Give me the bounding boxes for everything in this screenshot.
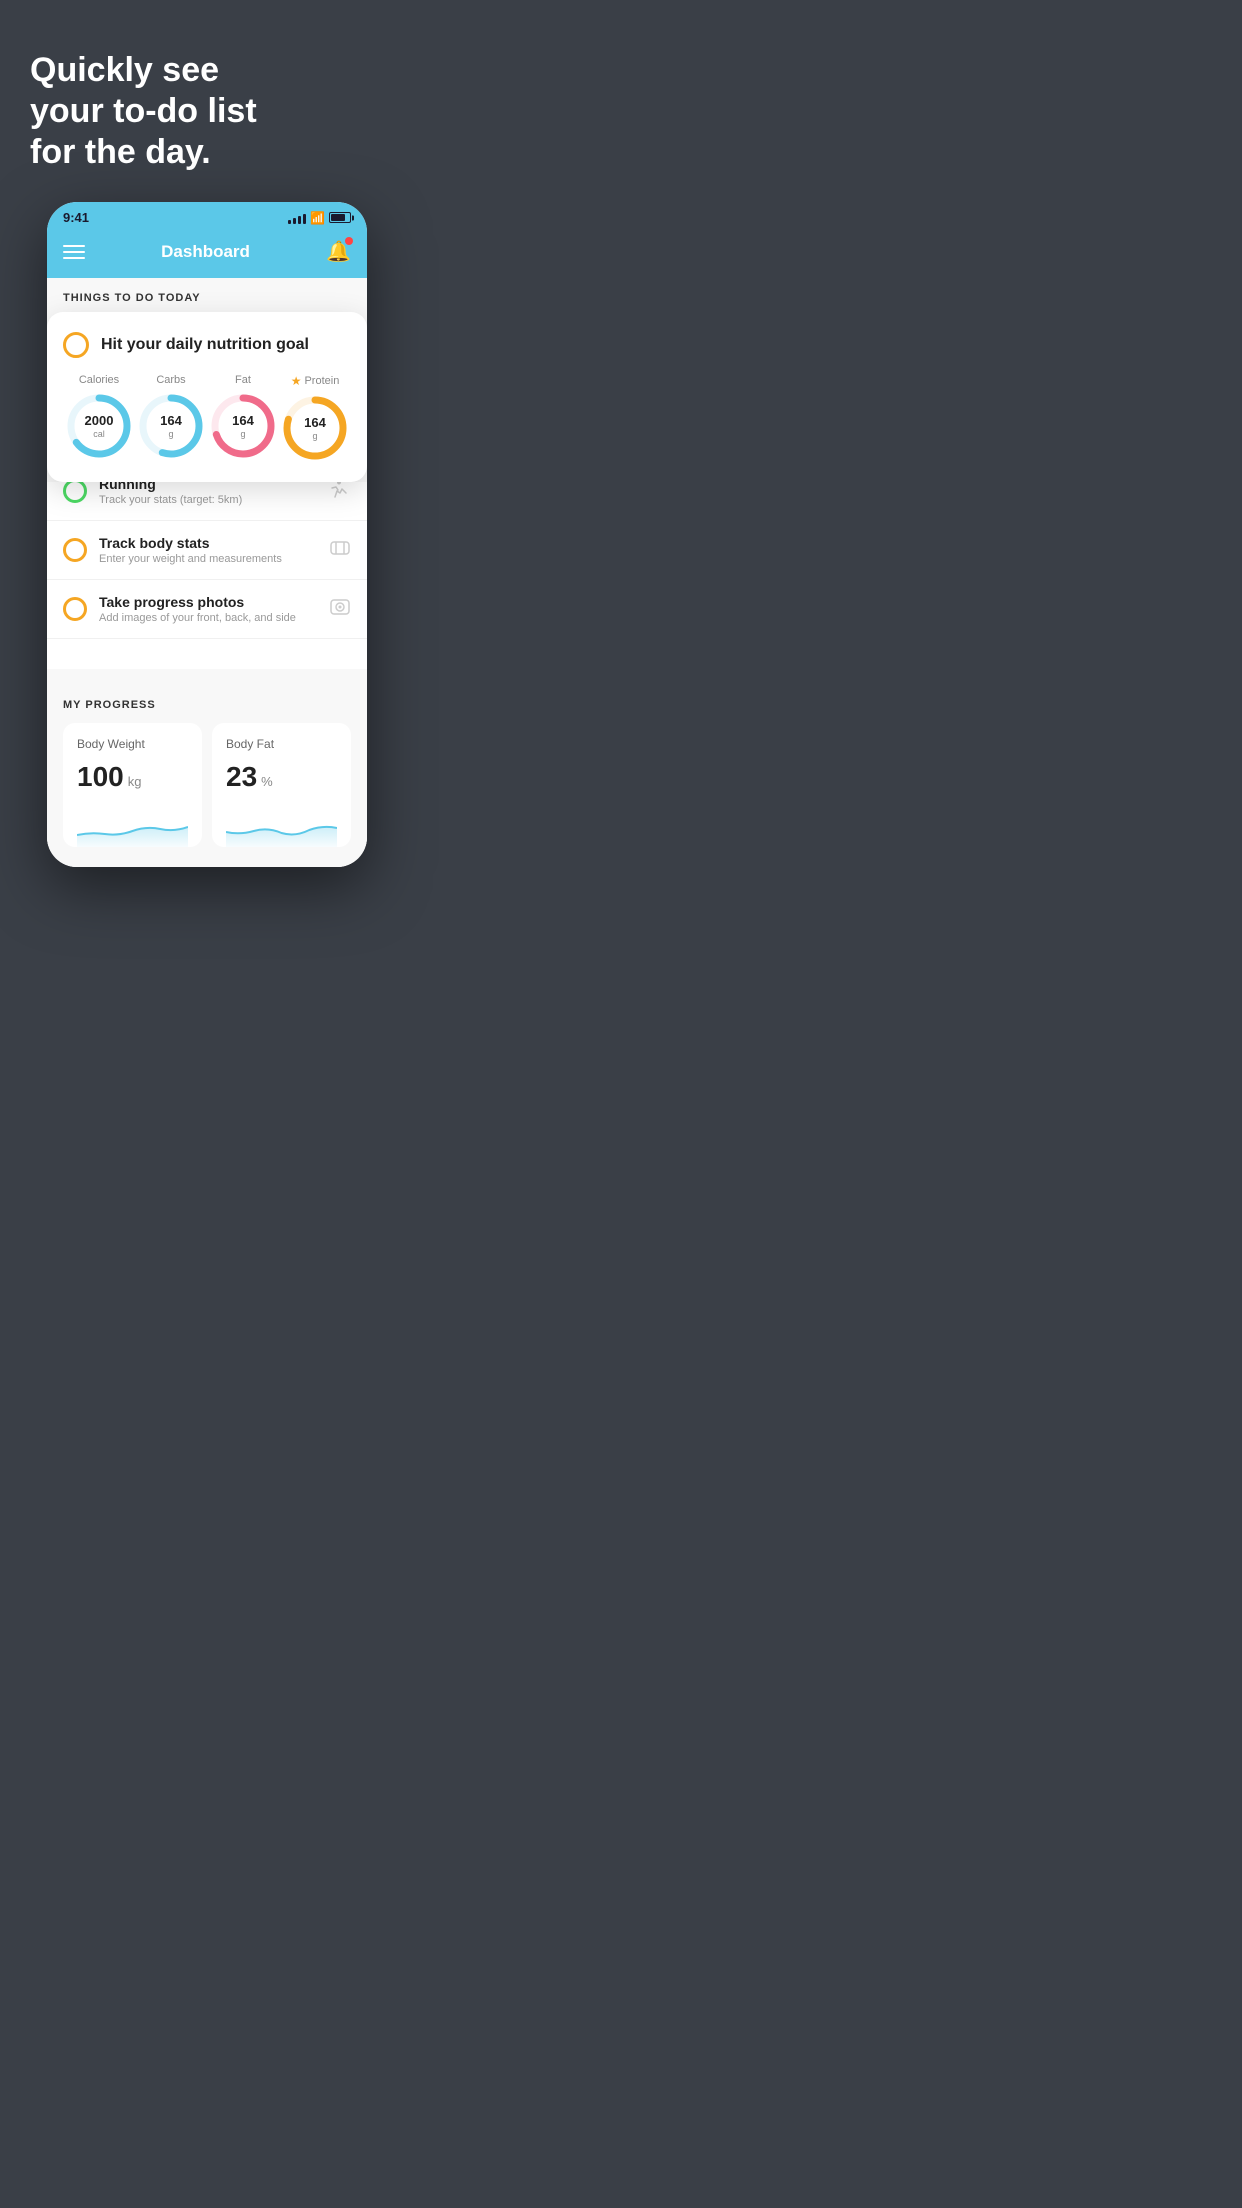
hero-section: Quickly see your to-do list for the day. [0, 0, 414, 192]
progress-cards: Body Weight 100 kg [47, 723, 367, 867]
protein-item: ★ Protein 164 g [281, 374, 349, 462]
phone-mockup: 9:41 📶 Dashboard 🔔 THINGS TO [47, 202, 367, 867]
calories-item: Calories 2000 cal [65, 374, 133, 462]
nutrition-card-title: Hit your daily nutrition goal [101, 336, 309, 354]
protein-star-icon: ★ [291, 374, 302, 388]
body-fat-card[interactable]: Body Fat 23 % [212, 723, 351, 847]
menu-button[interactable] [63, 245, 85, 259]
todo-list: Running Track your stats (target: 5km) T… [47, 462, 367, 669]
calories-ring: 2000 cal [65, 392, 133, 460]
body-fat-unit: % [261, 774, 273, 789]
photos-content: Take progress photos Add images of your … [99, 594, 317, 624]
fat-label: Fat [235, 374, 251, 386]
todo-item-photos[interactable]: Take progress photos Add images of your … [47, 580, 367, 639]
running-circle [63, 479, 87, 503]
body-fat-value-row: 23 % [226, 761, 337, 793]
photos-circle [63, 597, 87, 621]
nutrition-card-title-row: Hit your daily nutrition goal [63, 332, 351, 358]
progress-section: MY PROGRESS Body Weight 100 kg [47, 669, 367, 867]
carbs-value: 164 [160, 414, 182, 428]
wifi-icon: 📶 [310, 211, 325, 225]
body-fat-card-title: Body Fat [226, 737, 337, 751]
body-weight-value-row: 100 kg [77, 761, 188, 793]
app-header: Dashboard 🔔 [47, 229, 367, 278]
hero-title: Quickly see your to-do list for the day. [30, 50, 384, 172]
running-subtitle: Track your stats (target: 5km) [99, 494, 315, 506]
body-stats-subtitle: Enter your weight and measurements [99, 553, 317, 565]
notifications-button[interactable]: 🔔 [326, 239, 351, 264]
fat-ring: 164 g [209, 392, 277, 460]
progress-header: MY PROGRESS [47, 689, 367, 723]
calories-value: 2000 [85, 414, 114, 428]
fat-item: Fat 164 g [209, 374, 277, 462]
notification-badge [345, 237, 353, 245]
todo-item-body-stats[interactable]: Track body stats Enter your weight and m… [47, 521, 367, 580]
things-to-do-header: THINGS TO DO TODAY [47, 278, 367, 312]
body-fat-chart [226, 807, 337, 847]
body-stats-circle [63, 538, 87, 562]
status-bar: 9:41 📶 [47, 202, 367, 229]
signal-icon [288, 212, 306, 224]
battery-icon [329, 212, 351, 223]
carbs-unit: g [160, 429, 182, 439]
carbs-label: Carbs [156, 374, 185, 386]
calories-label: Calories [79, 374, 119, 386]
status-icons: 📶 [288, 211, 351, 225]
carbs-ring: 164 g [137, 392, 205, 460]
app-body: THINGS TO DO TODAY Hit your daily nutrit… [47, 278, 367, 867]
carbs-item: Carbs 164 g [137, 374, 205, 462]
body-weight-unit: kg [128, 774, 142, 789]
body-stats-title: Track body stats [99, 535, 317, 551]
fat-unit: g [232, 429, 254, 439]
photos-title: Take progress photos [99, 594, 317, 610]
fat-value: 164 [232, 414, 254, 428]
body-weight-value: 100 [77, 761, 124, 793]
app-title: Dashboard [161, 242, 250, 262]
body-weight-chart [77, 807, 188, 847]
nutrition-row: Calories 2000 cal [63, 374, 351, 462]
nutrition-circle-check [63, 332, 89, 358]
body-stats-icon [329, 537, 351, 564]
body-weight-card-title: Body Weight [77, 737, 188, 751]
protein-value: 164 [304, 416, 326, 430]
photos-subtitle: Add images of your front, back, and side [99, 612, 317, 624]
body-fat-value: 23 [226, 761, 257, 793]
protein-ring: 164 g [281, 394, 349, 462]
protein-unit: g [304, 431, 326, 441]
nutrition-card: Hit your daily nutrition goal Calories 2 [47, 312, 367, 482]
body-stats-content: Track body stats Enter your weight and m… [99, 535, 317, 565]
body-weight-card[interactable]: Body Weight 100 kg [63, 723, 202, 847]
running-icon [327, 479, 351, 504]
status-time: 9:41 [63, 210, 89, 225]
photos-icon [329, 596, 351, 623]
calories-unit: cal [85, 429, 114, 439]
protein-label: ★ Protein [291, 374, 340, 388]
